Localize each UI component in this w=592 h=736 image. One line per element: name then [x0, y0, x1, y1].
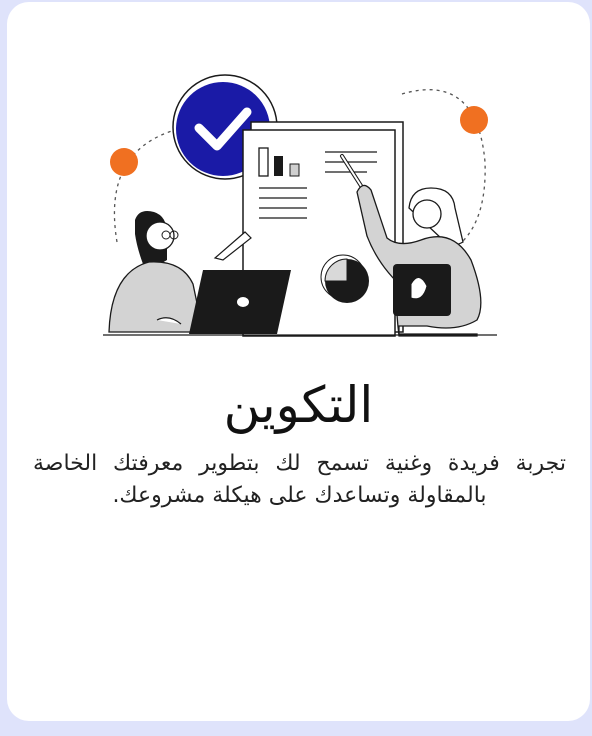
- orange-dot-left: [110, 148, 138, 176]
- card-title: التكوين: [223, 376, 374, 434]
- card-description: تجربة فريدة وغنية تسمح لك بتطوير معرفتك …: [33, 451, 566, 508]
- orange-dot-right: [460, 106, 488, 134]
- training-illustration: [103, 74, 497, 337]
- feature-card: التكوين تجربة فريدة وغنية تسمح لك بتطوير…: [7, 2, 590, 721]
